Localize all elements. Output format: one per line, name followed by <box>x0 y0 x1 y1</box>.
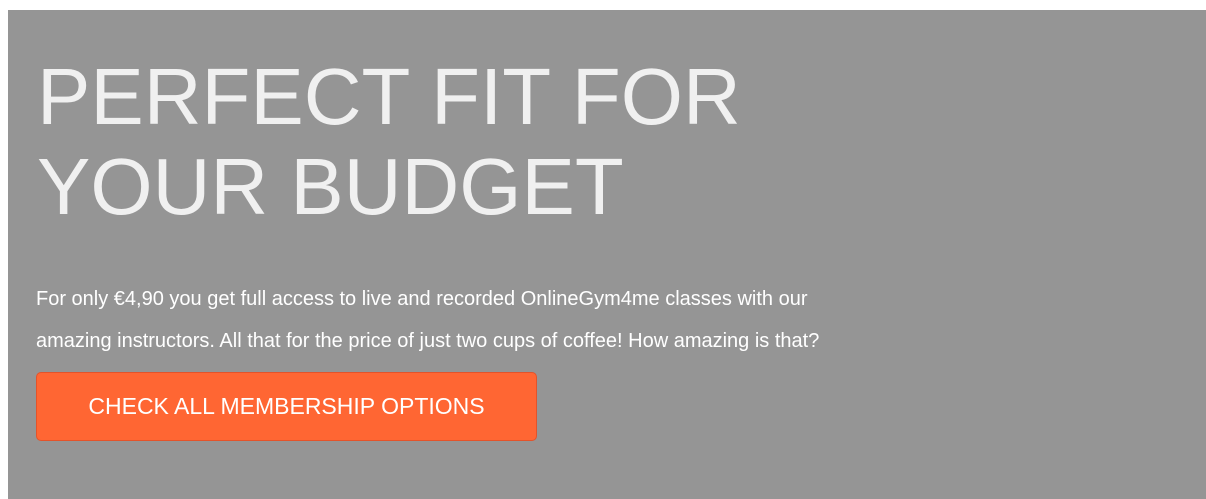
hero-description-line-1: For only €4,90 you get full access to li… <box>36 288 808 310</box>
hero-title-line-2: YOUR BUDGET <box>37 142 624 231</box>
pricing-hero-section: PERFECT FIT FOR YOUR BUDGET For only €4,… <box>8 10 1206 499</box>
hero-title-line-1: PERFECT FIT FOR <box>37 52 741 141</box>
check-membership-options-button[interactable]: CHECK ALL MEMBERSHIP OPTIONS <box>36 372 537 441</box>
hero-description: For only €4,90 you get full access to li… <box>36 278 1036 362</box>
hero-description-line-2: amazing instructors. All that for the pr… <box>36 330 820 352</box>
hero-title: PERFECT FIT FOR YOUR BUDGET <box>37 52 741 232</box>
